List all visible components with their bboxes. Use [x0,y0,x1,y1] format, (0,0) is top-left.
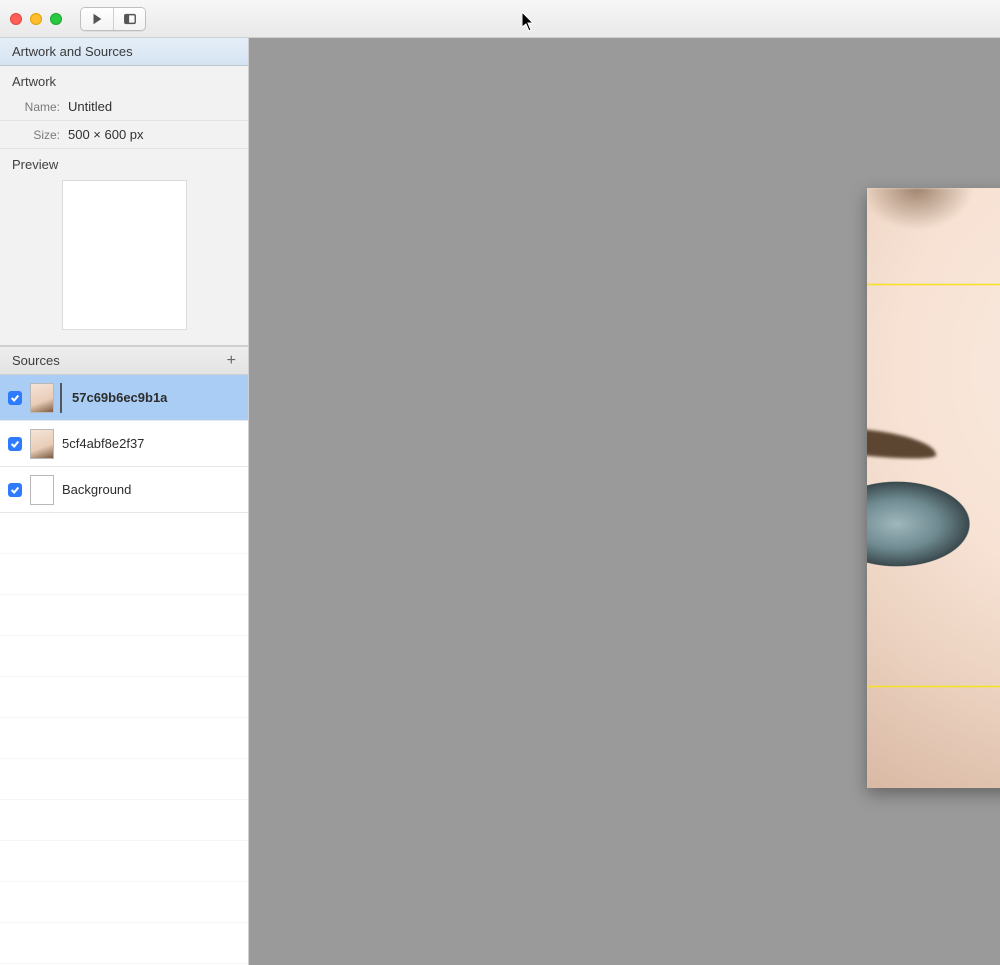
window-controls [10,13,62,25]
title-bar [0,0,1000,38]
zoom-window-button[interactable] [50,13,62,25]
artwork-heading: Artwork [0,66,248,93]
preview-pane [0,176,248,346]
selection-indicator-icon [60,383,64,413]
minimize-window-button[interactable] [30,13,42,25]
panel-icon [123,12,137,26]
horizontal-guide[interactable] [867,284,1000,285]
source-visibility-checkbox[interactable] [8,483,22,497]
toolbar-segment [80,7,146,31]
source-visibility-checkbox[interactable] [8,391,22,405]
sources-header: Sources + [0,346,248,375]
play-button[interactable] [81,8,113,30]
sources-heading: Sources [12,353,60,368]
check-icon [10,393,20,403]
artwork-name-label: Name: [12,100,60,114]
canvas[interactable] [249,38,1000,965]
artwork-name-row: Name: Untitled [0,93,248,121]
artwork-size-value[interactable]: 500 × 600 px [68,127,144,142]
artboard[interactable] [867,188,1000,788]
source-name: 5cf4abf8e2f37 [62,436,144,451]
source-thumbnail [30,475,54,505]
source-row[interactable]: 5cf4abf8e2f37 [0,421,248,467]
horizontal-guide[interactable] [867,686,1000,687]
source-thumbnail [30,383,54,413]
artwork-name-value[interactable]: Untitled [68,99,112,114]
artwork-size-label: Size: [12,128,60,142]
image-region-brow [867,420,938,462]
panel-toggle-button[interactable] [113,8,145,30]
panel-title: Artwork and Sources [0,38,248,66]
source-list: 57c69b6ec9b1a 5cf4abf8e2f37 Background [0,375,248,513]
source-thumbnail [30,429,54,459]
workspace: Artwork and Sources Artwork Name: Untitl… [0,38,1000,965]
check-icon [10,485,20,495]
source-name: Background [62,482,131,497]
source-list-filler [0,513,248,965]
sidebar: Artwork and Sources Artwork Name: Untitl… [0,38,249,965]
artwork-size-row: Size: 500 × 600 px [0,121,248,149]
add-source-button[interactable]: + [227,354,236,368]
image-region-hair [867,188,1000,308]
mouse-cursor-icon [522,12,536,32]
source-row[interactable]: Background [0,467,248,513]
preview-heading: Preview [0,149,248,176]
close-window-button[interactable] [10,13,22,25]
source-name: 57c69b6ec9b1a [72,390,167,405]
play-icon [90,12,104,26]
source-visibility-checkbox[interactable] [8,437,22,451]
source-row[interactable]: 57c69b6ec9b1a [0,375,248,421]
preview-thumbnail[interactable] [62,180,187,330]
check-icon [10,439,20,449]
placed-image[interactable] [867,188,1000,788]
